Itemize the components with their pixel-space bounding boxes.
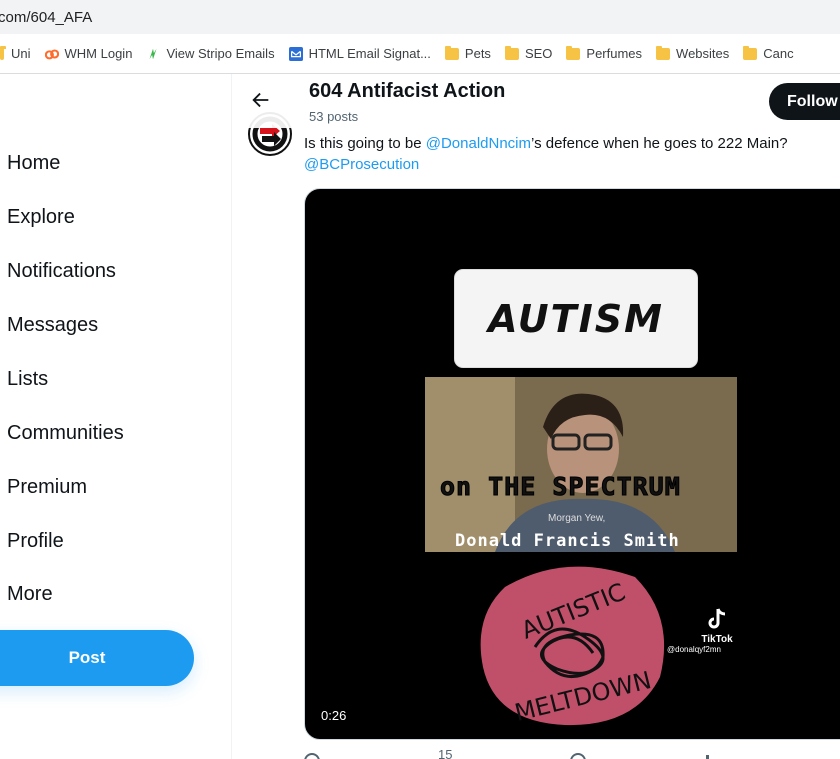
- bookmark-whm-login[interactable]: WHM Login: [38, 40, 140, 68]
- bookmark-perfumes[interactable]: Perfumes: [559, 40, 649, 68]
- mention-link[interactable]: @DonaldNncim: [426, 135, 531, 152]
- tiktok-watermark: TikTok: [697, 607, 737, 645]
- credit-small: Morgan Yew,: [548, 513, 606, 524]
- bookmark-pets[interactable]: Pets: [438, 40, 498, 68]
- views-icon[interactable]: [706, 755, 709, 759]
- bookmark-websites[interactable]: Websites: [649, 40, 736, 68]
- reply-icon[interactable]: [304, 753, 320, 759]
- sidebar-item-more[interactable]: More: [7, 583, 53, 606]
- follow-button[interactable]: Follow: [769, 83, 840, 120]
- email-signature-icon: [288, 46, 303, 61]
- video-duration: 0:26: [321, 708, 347, 723]
- credit-name: Donald Francis Smith: [455, 531, 680, 551]
- stripo-icon: [149, 48, 157, 59]
- bookmark-seo[interactable]: SEO: [498, 40, 559, 68]
- tiktok-icon: [708, 608, 726, 629]
- address-bar[interactable]: com/604_AFA: [0, 0, 840, 34]
- bookmark-uni[interactable]: Uni: [0, 40, 38, 68]
- sidebar-item-notifications[interactable]: Notifications: [7, 260, 116, 283]
- folder-icon: [743, 45, 758, 60]
- meltdown-sticker: AUTISTIC MELTDOWN: [480, 566, 665, 727]
- sidebar-item-lists[interactable]: Lists: [7, 368, 48, 391]
- bookmark-canc[interactable]: Canc: [736, 40, 800, 68]
- like-icon[interactable]: [570, 753, 586, 759]
- url-text: com/604_AFA: [0, 8, 93, 26]
- folder-icon: [504, 45, 519, 60]
- bookmark-html-email-signature[interactable]: HTML Email Signat...: [282, 40, 438, 68]
- spectrum-caption: on THE SPECTRUM: [440, 472, 681, 502]
- sidebar-nav: Home Explore Notifications Messages List…: [0, 74, 232, 759]
- tweet-text: Is this going to be @DonaldNncim’s defen…: [304, 135, 788, 173]
- cpanel-icon: [44, 48, 59, 59]
- autism-banner: AUTISM: [455, 270, 697, 367]
- tweet-actions-bar: 15: [304, 747, 840, 759]
- post-count: 53 posts: [309, 109, 359, 124]
- folder-icon: [566, 45, 581, 60]
- profile-header: 604 Antifacist Action 53 posts Follow: [232, 74, 840, 128]
- back-arrow-icon[interactable]: [250, 89, 272, 111]
- page-title: 604 Antifacist Action: [309, 80, 506, 102]
- post-button[interactable]: Post: [0, 630, 194, 686]
- video-player[interactable]: AUTISM on THE SPECTRUM Morgan Yew, Donal…: [304, 188, 840, 740]
- folder-icon: [444, 45, 459, 60]
- video-frame: [425, 377, 737, 552]
- sidebar-item-premium[interactable]: Premium: [7, 476, 87, 499]
- tiktok-username: @donalqyf2mn: [667, 645, 721, 654]
- person-photo: [425, 377, 737, 552]
- bookmarks-bar: Uni WHM Login View Stripo Emails HTML Em…: [0, 34, 840, 74]
- sidebar-item-home[interactable]: Home: [7, 152, 60, 175]
- mention-link[interactable]: @BCProsecution: [304, 156, 419, 173]
- repost-count: 15: [438, 747, 453, 759]
- bookmark-stripo[interactable]: View Stripo Emails: [139, 40, 281, 68]
- sidebar-item-communities[interactable]: Communities: [7, 422, 124, 445]
- sidebar-item-profile[interactable]: Profile: [7, 530, 64, 553]
- folder-icon: [0, 45, 6, 60]
- main-column: 604 Antifacist Action 53 posts Follow Is…: [232, 74, 840, 759]
- sidebar-item-explore[interactable]: Explore: [7, 206, 75, 229]
- folder-icon: [656, 45, 671, 60]
- sidebar-item-messages[interactable]: Messages: [7, 314, 98, 337]
